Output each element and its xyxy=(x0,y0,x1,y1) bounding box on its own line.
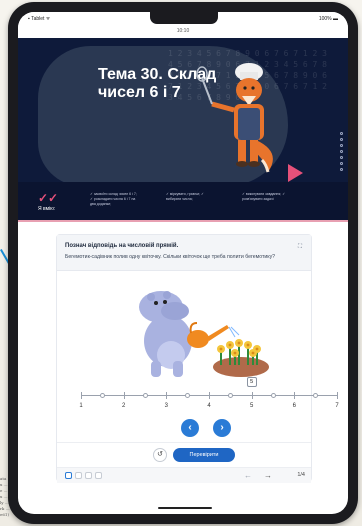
number-line[interactable]: 12345675 xyxy=(79,377,339,417)
number-line-tick xyxy=(166,392,168,399)
checkmark-logo-icon: ✓✓ xyxy=(38,191,59,205)
status-left: ▪ Tablet ᯤ xyxy=(28,16,51,22)
hero-goals-strip: ✓✓ Я вмію: ✓ засвоїти склад чисел 6 і 7;… xyxy=(18,182,348,220)
tablet-screen: ▪ Tablet ᯤ 100% ▬ 10:10 1 2 3 4 5 6 7 8 … xyxy=(18,12,348,514)
number-line-midpoint[interactable] xyxy=(313,393,319,398)
number-line-tick xyxy=(209,392,210,399)
number-line-label[interactable]: 1 xyxy=(75,403,87,409)
exercise-subtitle: Бегемотик-садівник полив одну квіточку. … xyxy=(65,254,276,260)
page-indicator-2[interactable] xyxy=(75,472,82,479)
arrow-right-icon[interactable]: → xyxy=(261,470,275,481)
side-nav-dot[interactable] xyxy=(339,162,343,165)
prev-button[interactable]: ‹ xyxy=(181,419,199,437)
number-line-label[interactable]: 3 xyxy=(160,403,172,409)
side-nav-dot[interactable] xyxy=(339,168,343,171)
play-icon[interactable] xyxy=(288,164,303,182)
side-nav-dot[interactable] xyxy=(339,144,343,147)
number-line-tick xyxy=(294,392,296,399)
number-line-label[interactable]: 6 xyxy=(288,403,300,409)
number-line-midpoint[interactable] xyxy=(142,393,148,398)
page-indicator-4[interactable] xyxy=(95,472,102,479)
page-counter: 1/4 xyxy=(297,472,305,478)
side-nav-dot[interactable] xyxy=(339,156,343,159)
reset-icon: ↺ xyxy=(157,451,163,458)
prev-icon: ‹ xyxy=(188,422,192,433)
hippo-watering-flowers-illustration xyxy=(139,291,269,377)
url-bar[interactable]: 10:10 xyxy=(18,26,348,38)
lesson-hero: 1 2 3 4 5 6 7 8 9 0 6 7 6 7 1 2 3 4 5 6 … xyxy=(18,38,348,220)
goal-column-2: ✓ міркувати, граючи; ✓ вибирати числа; xyxy=(166,192,204,201)
number-line-midpoint[interactable] xyxy=(99,393,105,398)
number-line-selected-marker[interactable]: 5 xyxy=(246,377,257,387)
number-line-midpoint[interactable] xyxy=(185,393,191,398)
number-line-tick xyxy=(123,392,125,399)
next-button[interactable]: › xyxy=(213,419,231,437)
camera-notch xyxy=(150,12,218,24)
side-nav-dot[interactable] xyxy=(339,138,343,141)
exercise-card: Познач відповідь на числовій прямій. Бег… xyxy=(56,234,339,483)
card-divider xyxy=(57,442,311,443)
number-line-midpoint[interactable] xyxy=(227,393,233,398)
next-icon: › xyxy=(220,422,224,433)
expand-icon[interactable]: ⛶ xyxy=(296,243,304,251)
number-line-tick xyxy=(337,392,338,399)
exercise-title: Познач відповідь на числовій прямій. xyxy=(65,243,179,249)
section-divider xyxy=(18,220,348,222)
number-line-label[interactable]: 5 xyxy=(246,403,258,409)
status-right: 100% ▬ xyxy=(318,16,338,22)
exercise-header: Познач відповідь на числовій прямій. Бег… xyxy=(57,235,311,271)
side-nav-dot[interactable] xyxy=(339,132,343,135)
number-line-tick xyxy=(81,392,82,399)
fox-chef-illustration xyxy=(196,63,273,173)
reset-button[interactable]: ↺ xyxy=(153,448,167,462)
check-button[interactable]: Перевірити xyxy=(173,448,235,462)
number-line-label[interactable]: 7 xyxy=(331,403,343,409)
goal-column-3: ✓ виконувати завдання; ✓ розв'язувати за… xyxy=(242,192,286,201)
skills-label: Я вмію: xyxy=(38,206,56,212)
tablet-frame: ▪ Tablet ᯤ 100% ▬ 10:10 1 2 3 4 5 6 7 8 … xyxy=(8,2,358,524)
page-indicator-1[interactable] xyxy=(65,472,72,479)
side-nav-dot[interactable] xyxy=(339,150,343,153)
number-line-label[interactable]: 2 xyxy=(118,403,130,409)
exercise-pager: ← → 1/4 xyxy=(57,467,311,483)
goal-column-1: ✓ засвоїти склад чисел 6 і 7; ✓ розклада… xyxy=(90,192,137,206)
arrow-left-icon[interactable]: ← xyxy=(241,470,255,481)
number-line-midpoint[interactable] xyxy=(270,393,276,398)
skills-logo: ✓✓ Я вмію: xyxy=(38,192,68,212)
home-indicator xyxy=(158,507,212,509)
number-line-label[interactable]: 4 xyxy=(203,403,215,409)
number-line-tick xyxy=(251,392,253,399)
page-indicator-3[interactable] xyxy=(85,472,92,479)
